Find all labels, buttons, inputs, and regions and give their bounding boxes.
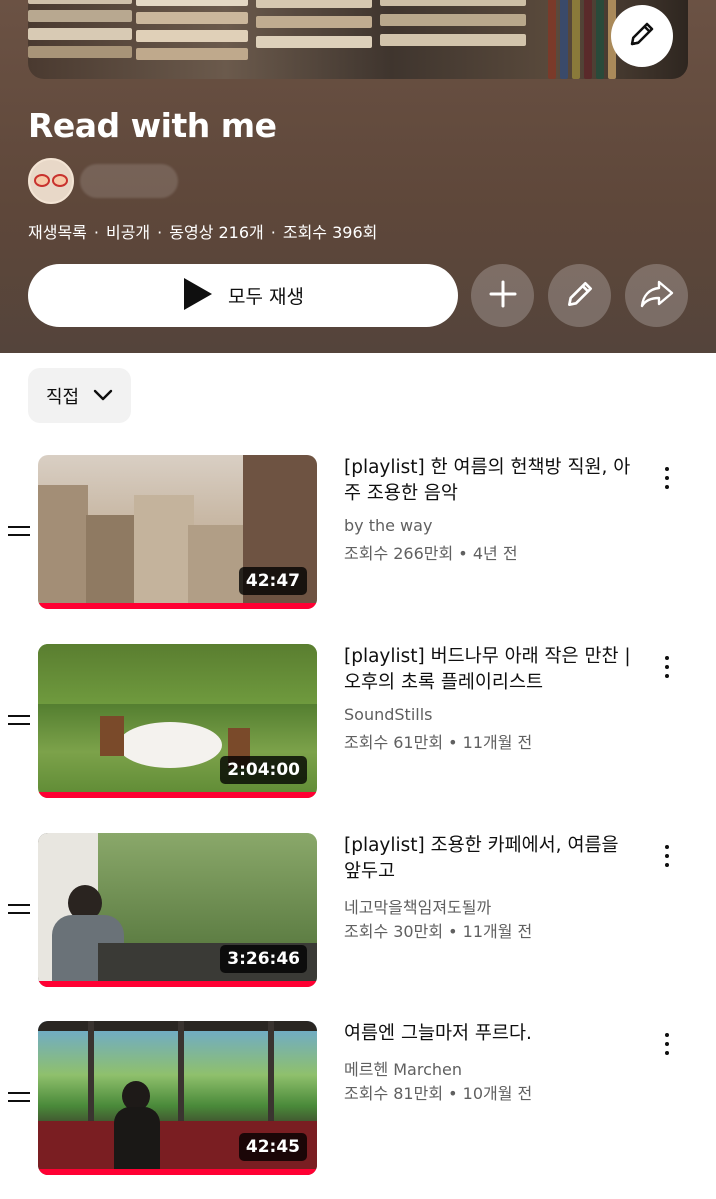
video-title[interactable]: [playlist] 한 여름의 헌책방 직원, 아주 조용한 음악 (344, 455, 634, 507)
more-vert-icon[interactable] (655, 843, 679, 869)
list-item[interactable]: 3:26:46 [playlist] 조용한 카페에서, 여름을 앞두고 네고막… (0, 833, 716, 993)
video-channel[interactable]: by the way (344, 516, 432, 535)
video-duration: 42:45 (238, 1133, 307, 1161)
watch-progress-bar (38, 981, 317, 987)
list-item[interactable]: 42:47 [playlist] 한 여름의 헌책방 직원, 아주 조용한 음악… (0, 455, 716, 615)
video-duration: 3:26:46 (220, 945, 307, 973)
add-to-playlist-button[interactable] (471, 264, 534, 327)
video-stats: 조회수 81만회 • 10개월 전 (344, 1084, 533, 1103)
playlist-cover-image (28, 0, 688, 79)
sort-dropdown[interactable]: 직접 (28, 368, 131, 423)
edit-cover-button[interactable] (611, 5, 673, 67)
video-stats: 조회수 61만회 • 11개월 전 (344, 733, 533, 752)
playlist-visibility: 비공개 (105, 223, 151, 242)
video-thumbnail[interactable]: 2:04:00 (38, 644, 317, 798)
pencil-icon (564, 278, 596, 314)
playlist-owner[interactable] (28, 158, 178, 204)
video-stats: 조회수 30만회 • 11개월 전 (344, 922, 533, 941)
watch-progress-bar (38, 1169, 317, 1175)
plus-icon (488, 279, 518, 313)
video-thumbnail[interactable]: 3:26:46 (38, 833, 317, 987)
more-vert-icon[interactable] (655, 654, 679, 680)
list-item[interactable]: 2:04:00 [playlist] 버드나무 아래 작은 만찬 | 오후의 초… (0, 644, 716, 804)
edit-playlist-button[interactable] (548, 264, 611, 327)
drag-handle-icon[interactable] (8, 1092, 30, 1104)
video-thumbnail[interactable]: 42:47 (38, 455, 317, 609)
playlist-type: 재생목록 (28, 223, 87, 242)
chevron-down-icon (93, 386, 113, 405)
more-vert-icon[interactable] (655, 465, 679, 491)
avatar (28, 158, 74, 204)
share-button[interactable] (625, 264, 688, 327)
video-title[interactable]: [playlist] 조용한 카페에서, 여름을 앞두고 (344, 833, 634, 885)
video-channel[interactable]: 네고막을책임져도될까 (344, 894, 491, 918)
owner-name-redacted (80, 164, 178, 198)
video-title[interactable]: [playlist] 버드나무 아래 작은 만찬 | 오후의 초록 플레이리스트 (344, 644, 634, 696)
play-all-label: 모두 재생 (228, 286, 304, 308)
drag-handle-icon[interactable] (8, 526, 30, 538)
video-channel[interactable]: 메르헨 Marchen (344, 1056, 462, 1080)
share-icon (639, 278, 675, 314)
drag-handle-icon[interactable] (8, 904, 30, 916)
more-vert-icon[interactable] (655, 1031, 679, 1057)
playlist-view-count: 조회수 396회 (282, 223, 378, 242)
playlist-header: Read with me 재생목록 · 비공개 · 동영상 216개 · 조회수 396회 … (0, 0, 716, 353)
video-duration: 42:47 (238, 567, 307, 595)
pencil-icon (627, 19, 657, 53)
sort-label: 직접 (45, 386, 80, 408)
list-item[interactable]: 42:45 여름엔 그늘마저 푸르다. 메르헨 Marchen 조회수 81만회… (0, 1021, 716, 1181)
watch-progress-bar (38, 603, 317, 609)
playlist-title: Read with me (28, 106, 277, 145)
video-channel[interactable]: SoundStills (344, 705, 432, 724)
play-icon (182, 277, 214, 315)
playlist-video-count: 동영상 216개 (169, 223, 264, 242)
playlist-meta: 재생목록 · 비공개 · 동영상 216개 · 조회수 396회 (28, 223, 378, 242)
watch-progress-bar (38, 792, 317, 798)
video-stats: 조회수 266만회 • 4년 전 (344, 544, 518, 563)
video-title[interactable]: 여름엔 그늘마저 푸르다. (344, 1021, 634, 1047)
drag-handle-icon[interactable] (8, 715, 30, 727)
video-duration: 2:04:00 (220, 756, 307, 784)
video-thumbnail[interactable]: 42:45 (38, 1021, 317, 1175)
play-all-button[interactable]: 모두 재생 (28, 264, 458, 327)
